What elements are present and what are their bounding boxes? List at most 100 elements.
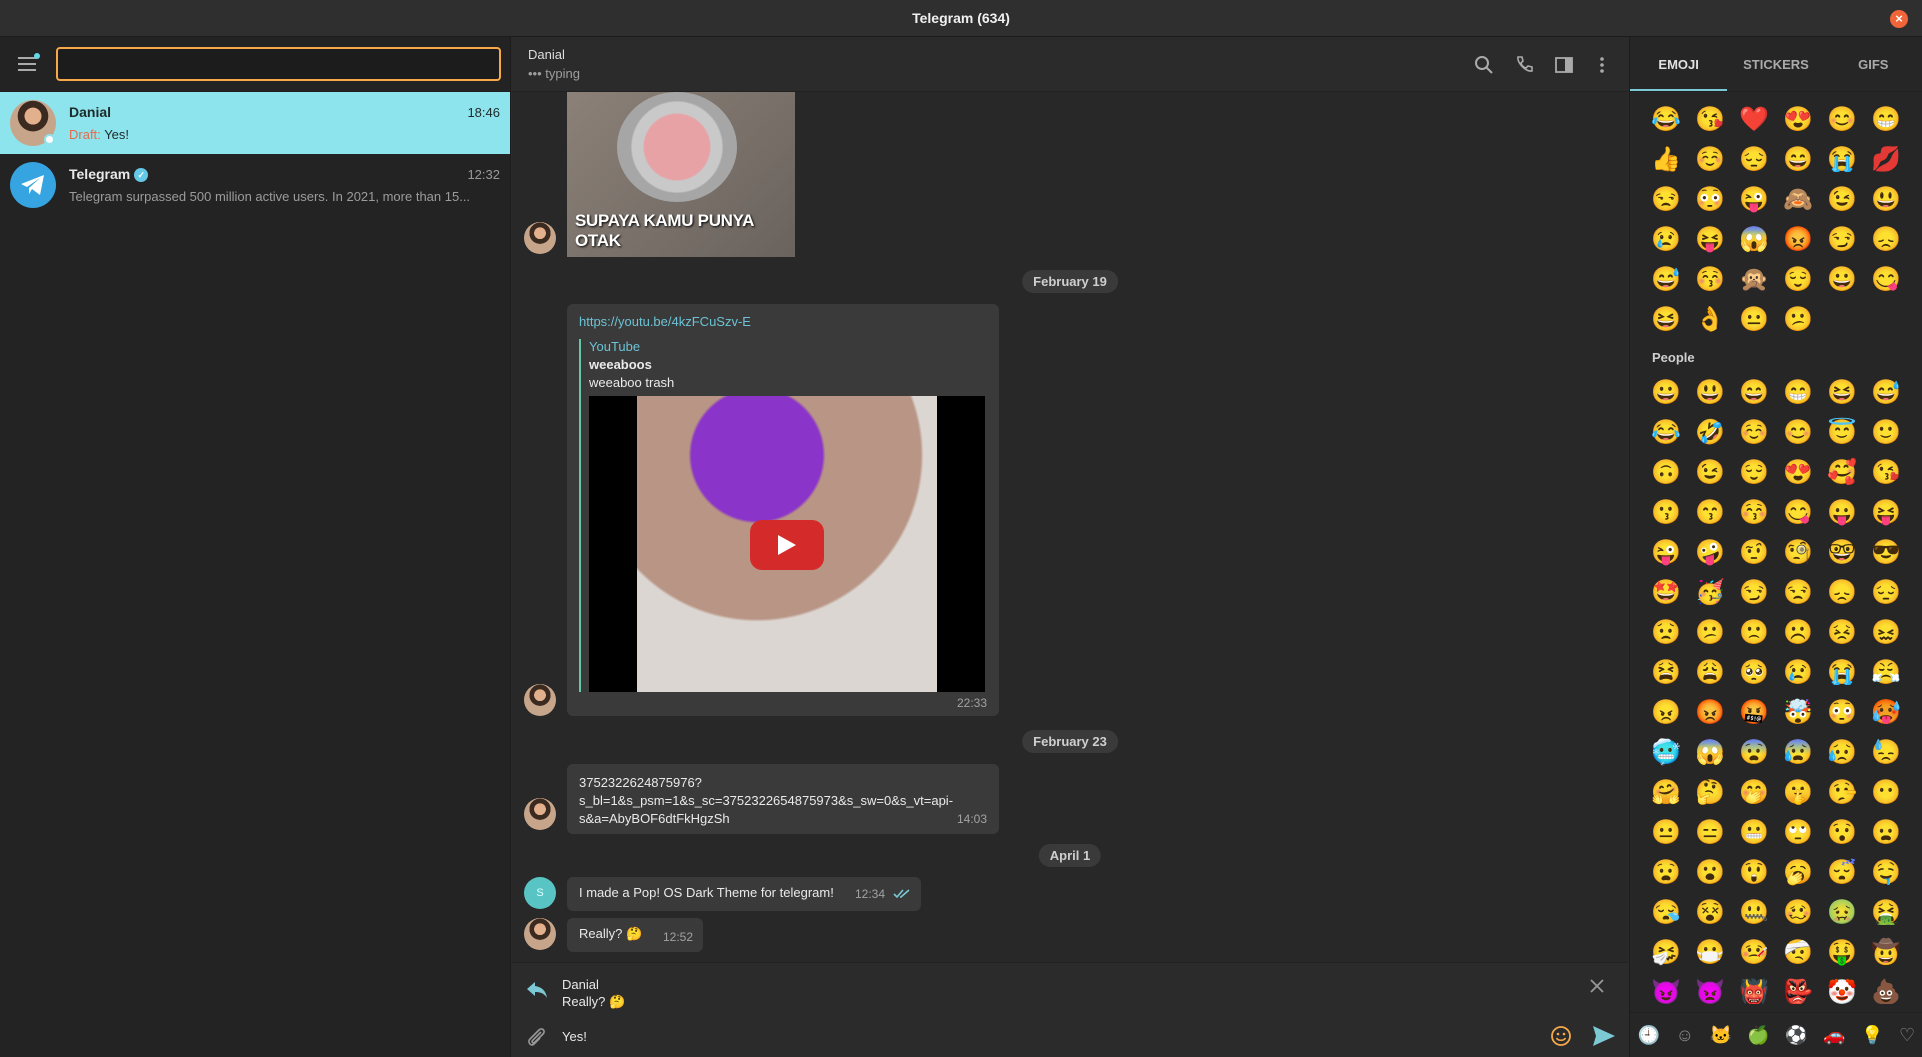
people-emoji[interactable]: 🙄 (1776, 817, 1820, 849)
people-emoji[interactable]: 🤓 (1820, 537, 1864, 569)
people-emoji[interactable]: 😀 (1644, 377, 1688, 409)
sender-avatar[interactable] (524, 918, 556, 950)
people-emoji[interactable]: 😔 (1864, 577, 1908, 609)
people-emoji[interactable]: 😉 (1688, 457, 1732, 489)
people-emoji[interactable]: 😦 (1864, 817, 1908, 849)
people-emoji[interactable]: 😡 (1688, 697, 1732, 729)
recent-emoji[interactable]: 😉 (1820, 184, 1864, 216)
people-emoji[interactable]: 😠 (1644, 697, 1688, 729)
text-message[interactable]: 3752322624875976? s_bl=1&s_psm=1&s_sc=37… (567, 764, 999, 834)
people-emoji[interactable]: 😑 (1688, 817, 1732, 849)
people-emoji[interactable]: 😜 (1644, 537, 1688, 569)
play-button-icon[interactable] (750, 520, 824, 570)
recent-emoji[interactable]: 😚 (1688, 264, 1732, 296)
people-emoji[interactable]: ☺️ (1732, 417, 1776, 449)
sender-avatar[interactable] (524, 222, 556, 254)
people-emoji[interactable]: 😥 (1820, 737, 1864, 769)
people-emoji[interactable]: 🤥 (1820, 777, 1864, 809)
link-message[interactable]: https://youtu.be/4kzFCuSzv-E YouTube wee… (567, 304, 999, 716)
people-emoji[interactable]: 😘 (1864, 457, 1908, 489)
people-emoji[interactable]: 👿 (1688, 977, 1732, 1004)
people-emoji[interactable]: 😣 (1820, 617, 1864, 649)
people-emoji[interactable]: 😬 (1732, 817, 1776, 849)
people-emoji[interactable]: 🥶 (1644, 737, 1688, 769)
recent-emoji[interactable]: 😜 (1732, 184, 1776, 216)
close-window-button[interactable]: × (1890, 10, 1908, 28)
people-emoji[interactable]: 🥺 (1732, 657, 1776, 689)
people-emoji[interactable]: 🥰 (1820, 457, 1864, 489)
people-emoji[interactable]: 😙 (1688, 497, 1732, 529)
people-emoji[interactable]: 🤗 (1644, 777, 1688, 809)
people-emoji[interactable]: 🤫 (1776, 777, 1820, 809)
people-emoji[interactable]: 😧 (1644, 857, 1688, 889)
food-icon[interactable]: 🍏 (1747, 1025, 1769, 1046)
send-icon[interactable] (1592, 1025, 1616, 1047)
people-emoji[interactable]: 🤐 (1732, 897, 1776, 929)
own-message[interactable]: I made a Pop! OS Dark Theme for telegram… (567, 877, 921, 911)
people-emoji[interactable]: 😷 (1688, 937, 1732, 969)
recent-emoji[interactable]: 🙈 (1776, 184, 1820, 216)
smileys-icon[interactable]: ☺ (1676, 1025, 1694, 1046)
people-emoji[interactable]: 😝 (1864, 497, 1908, 529)
sidebar-toggle-icon[interactable] (1554, 55, 1574, 75)
people-emoji[interactable]: 😈 (1644, 977, 1688, 1004)
recent-emoji[interactable]: 😏 (1820, 224, 1864, 256)
chat-item-telegram[interactable]: Telegram ✓ 12:32 Telegram surpassed 500 m… (0, 154, 510, 216)
recent-emoji[interactable]: 😐 (1732, 304, 1776, 336)
people-emoji[interactable]: 😴 (1820, 857, 1864, 889)
people-emoji[interactable]: 😕 (1688, 617, 1732, 649)
people-emoji[interactable]: 😟 (1644, 617, 1688, 649)
recent-emoji[interactable]: 😳 (1688, 184, 1732, 216)
recent-emoji[interactable]: 😌 (1776, 264, 1820, 296)
people-emoji[interactable]: 🧐 (1776, 537, 1820, 569)
people-emoji[interactable]: 😇 (1820, 417, 1864, 449)
people-emoji[interactable]: 😛 (1820, 497, 1864, 529)
people-emoji[interactable]: 😩 (1688, 657, 1732, 689)
recent-emoji[interactable]: 😭 (1820, 144, 1864, 176)
recent-emoji[interactable]: 😂 (1644, 104, 1688, 136)
people-emoji[interactable]: 🤒 (1732, 937, 1776, 969)
recent-emoji[interactable]: 😅 (1644, 264, 1688, 296)
people-emoji[interactable]: 🤤 (1864, 857, 1908, 889)
people-emoji[interactable]: 🤠 (1864, 937, 1908, 969)
recent-emoji[interactable]: 😊 (1820, 104, 1864, 136)
people-emoji[interactable]: 😱 (1688, 737, 1732, 769)
people-emoji[interactable]: 😖 (1864, 617, 1908, 649)
message-list[interactable]: SUPAYA KAMU PUNYA OTAK February 19 https… (512, 92, 1628, 962)
attach-icon[interactable] (526, 1026, 546, 1048)
people-emoji[interactable]: 😐 (1644, 817, 1688, 849)
people-emoji[interactable]: 😭 (1820, 657, 1864, 689)
people-emoji[interactable]: 😁 (1776, 377, 1820, 409)
recent-emoji[interactable]: 😝 (1688, 224, 1732, 256)
people-emoji[interactable]: 😍 (1776, 457, 1820, 489)
people-emoji[interactable]: 😄 (1732, 377, 1776, 409)
recent-emoji[interactable]: 😢 (1644, 224, 1688, 256)
recent-emoji[interactable]: 😋 (1864, 264, 1908, 296)
people-emoji[interactable]: 🤪 (1688, 537, 1732, 569)
people-emoji[interactable]: 😎 (1864, 537, 1908, 569)
people-emoji[interactable]: 😅 (1864, 377, 1908, 409)
people-emoji[interactable]: 😆 (1820, 377, 1864, 409)
people-emoji[interactable]: 🤑 (1820, 937, 1864, 969)
people-emoji[interactable]: 😤 (1864, 657, 1908, 689)
recent-emoji[interactable]: 😕 (1776, 304, 1820, 336)
people-emoji[interactable]: 😵 (1688, 897, 1732, 929)
people-emoji[interactable]: 🤣 (1688, 417, 1732, 449)
people-emoji[interactable]: 😪 (1644, 897, 1688, 929)
image-message[interactable]: SUPAYA KAMU PUNYA OTAK (567, 92, 795, 257)
people-emoji[interactable]: 😯 (1820, 817, 1864, 849)
recent-emoji[interactable]: ❤️ (1732, 104, 1776, 136)
recent-emoji[interactable]: 😍 (1776, 104, 1820, 136)
recent-emoji[interactable]: 💋 (1864, 144, 1908, 176)
sender-avatar[interactable] (524, 684, 556, 716)
people-emoji[interactable]: 👺 (1776, 977, 1820, 1004)
people-emoji[interactable]: 🥱 (1776, 857, 1820, 889)
phone-icon[interactable] (1514, 55, 1534, 75)
recent-emoji[interactable]: 😆 (1644, 304, 1688, 336)
people-emoji[interactable]: 🤧 (1644, 937, 1688, 969)
link-url[interactable]: https://youtu.be/4kzFCuSzv-E (579, 314, 987, 329)
search-input[interactable] (56, 47, 501, 81)
people-emoji[interactable]: 🤕 (1776, 937, 1820, 969)
more-options-icon[interactable] (1592, 55, 1612, 75)
people-emoji[interactable]: 🙂 (1864, 417, 1908, 449)
